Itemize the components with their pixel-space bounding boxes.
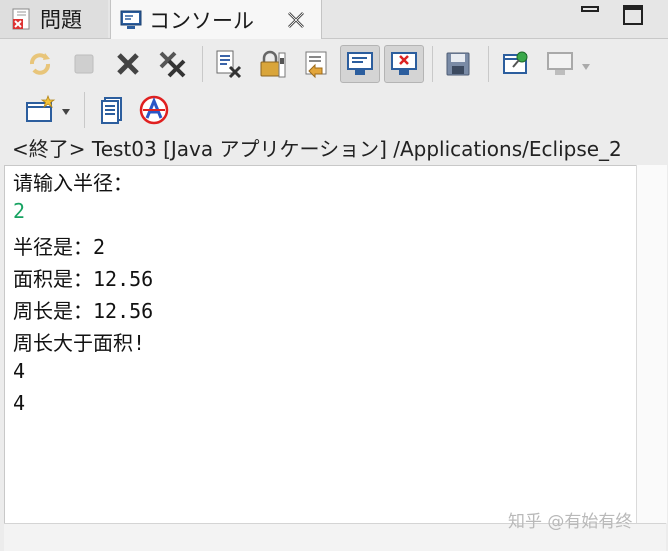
console-toolbar xyxy=(0,39,668,131)
vertical-scrollbar[interactable] xyxy=(636,165,667,523)
scroll-lock-icon[interactable] xyxy=(254,46,290,82)
save-icon[interactable] xyxy=(440,46,476,82)
console-line: 面积是：12.56 xyxy=(13,267,154,291)
show-console-when-output-icon[interactable] xyxy=(298,46,334,82)
console-line: 4 xyxy=(13,391,26,415)
console-line: 半径是：2 xyxy=(13,235,106,259)
clear-console-icon[interactable] xyxy=(210,46,246,82)
process-label: <終了> Test03 [Java アプリケーション] /Application… xyxy=(12,137,622,161)
minimize-icon[interactable] xyxy=(580,4,602,24)
terminate-icon[interactable] xyxy=(66,46,102,82)
tab-console[interactable]: コンソール xyxy=(110,0,322,39)
console-icon xyxy=(119,8,143,32)
pin-console-icon[interactable] xyxy=(498,46,534,82)
open-console-dropdown-icon[interactable] xyxy=(62,109,70,115)
console-line: 请输入半径： xyxy=(13,171,133,195)
console-line: 周长是：12.56 xyxy=(13,299,154,323)
copy-icon[interactable] xyxy=(94,92,130,128)
console-input-line: 2 xyxy=(13,199,26,223)
view-tab-bar: 問題 コンソール xyxy=(0,0,668,39)
console-output-area[interactable]: 请输入半径： 2 半径是：2 面积是：12.56 周长是：12.56 周长大于面… xyxy=(4,165,637,525)
close-icon[interactable] xyxy=(285,9,307,31)
toolbar-row-2 xyxy=(0,89,668,135)
toolbar-row-1 xyxy=(0,43,668,89)
console-line: 周长大于面积! xyxy=(13,331,146,355)
remove-all-terminated-icon[interactable] xyxy=(154,46,190,82)
problems-icon xyxy=(10,7,34,31)
console-line: 4 xyxy=(13,359,26,383)
watermark: 知乎 @有始有终 xyxy=(508,512,633,532)
show-standard-error-icon[interactable] xyxy=(384,45,424,83)
tab-problems-label: 問題 xyxy=(40,8,82,32)
show-standard-out-icon[interactable] xyxy=(340,45,380,83)
open-console-icon[interactable] xyxy=(22,92,58,128)
display-console-dropdown-icon[interactable] xyxy=(582,64,590,70)
display-selected-console-icon[interactable] xyxy=(542,46,578,82)
tab-console-label: コンソール xyxy=(149,8,254,33)
tab-problems[interactable]: 問題 xyxy=(0,0,108,38)
eclipse-icon[interactable] xyxy=(136,92,172,128)
maximize-icon[interactable] xyxy=(622,4,644,25)
relaunch-icon[interactable] xyxy=(22,46,58,82)
remove-launch-icon[interactable] xyxy=(110,46,146,82)
